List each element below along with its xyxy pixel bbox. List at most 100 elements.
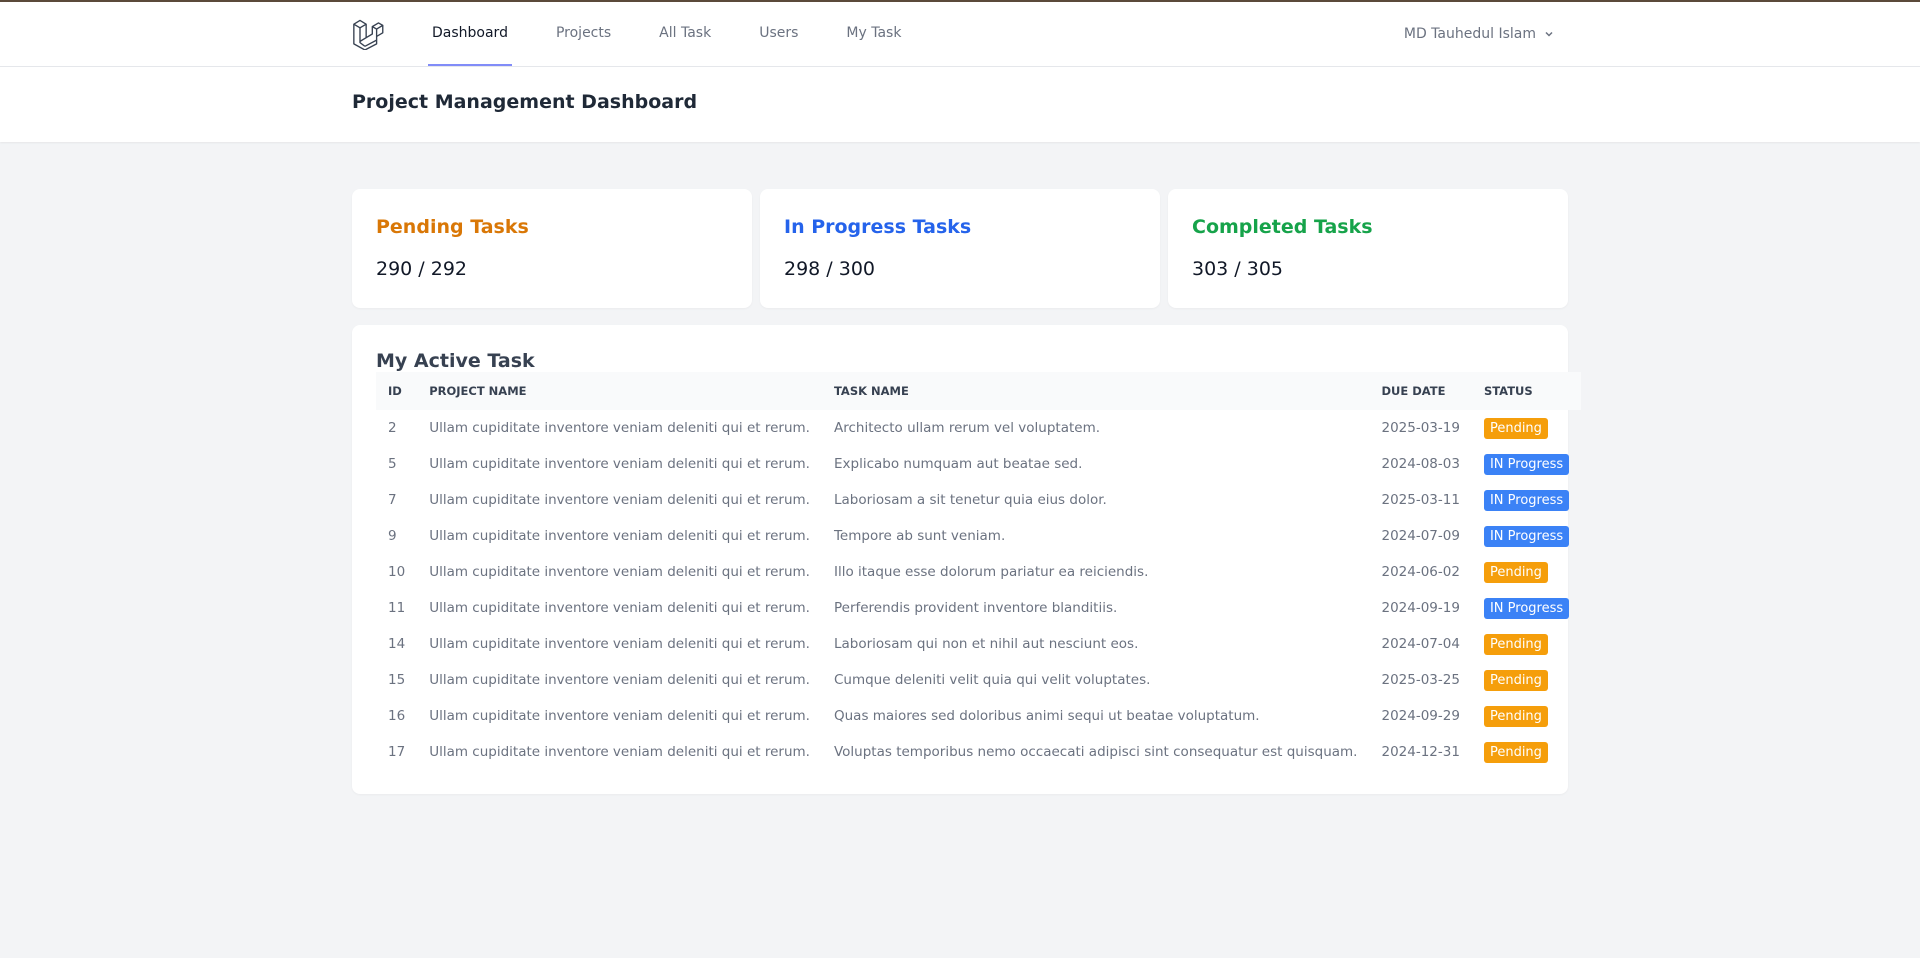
cell-id: 7 bbox=[388, 492, 397, 508]
cell-status: Pending bbox=[1472, 662, 1581, 698]
user-menu[interactable]: MD Tauhedul Islam bbox=[1404, 26, 1568, 42]
status-badge: Pending bbox=[1483, 417, 1548, 439]
cell-project: Ullam cupiditate inventore veniam deleni… bbox=[429, 672, 810, 688]
cell-status: Pending bbox=[1472, 410, 1581, 446]
cell-due: 2024-09-19 bbox=[1381, 600, 1460, 616]
stat-card: Completed Tasks 303 / 305 bbox=[1168, 189, 1568, 308]
cell-due: 2025-03-25 bbox=[1381, 672, 1460, 688]
cell-id: 9 bbox=[388, 528, 397, 544]
table-body: 2 Ullam cupiditate inventore veniam delen… bbox=[376, 410, 1581, 770]
cell-id: 2 bbox=[388, 420, 397, 436]
cell-task: Illo itaque esse dolorum pariatur ea rei… bbox=[833, 564, 1149, 580]
main-content: Pending Tasks 290 / 292 In Progress Tasks 2… bbox=[352, 189, 1582, 794]
cell-task: Explicabo numquam aut beatae sed. bbox=[833, 456, 1083, 472]
table-row[interactable]: 11 Ullam cupiditate inventore veniam dele… bbox=[376, 590, 1581, 626]
column-header: DUE DATE bbox=[1381, 384, 1446, 398]
cell-task: Laboriosam a sit tenetur quia eius dolor… bbox=[833, 492, 1107, 508]
cell-due: 2024-09-29 bbox=[1381, 708, 1460, 724]
nav-links: Dashboard Projects All Task Users My Task bbox=[428, 2, 945, 66]
active-task-title: My Active Task bbox=[376, 350, 535, 372]
cell-task: Architecto ullam rerum vel voluptatem. bbox=[833, 420, 1101, 436]
cell-project: Ullam cupiditate inventore veniam deleni… bbox=[429, 600, 810, 616]
status-badge: IN Progress bbox=[1483, 489, 1570, 511]
cell-due: 2025-03-19 bbox=[1381, 420, 1460, 436]
active-task-panel: My Active Task ID PROJECT NAME TASK NAME DU… bbox=[352, 325, 1582, 794]
cell-due: 2024-06-02 bbox=[1381, 564, 1460, 580]
cell-status: IN Progress bbox=[1472, 482, 1581, 518]
stat-card-value: 298 / 300 bbox=[784, 258, 876, 280]
table-row[interactable]: 2 Ullam cupiditate inventore veniam delen… bbox=[376, 410, 1581, 446]
cell-id: 11 bbox=[388, 600, 406, 616]
column-header: STATUS bbox=[1483, 384, 1533, 398]
cell-task: Quas maiores sed doloribus animi sequi u… bbox=[833, 708, 1260, 724]
stat-card: In Progress Tasks 298 / 300 bbox=[760, 189, 1160, 308]
table-row[interactable]: 15 Ullam cupiditate inventore veniam dele… bbox=[376, 662, 1581, 698]
cell-status: IN Progress bbox=[1472, 518, 1581, 554]
column-header: PROJECT NAME bbox=[429, 384, 527, 398]
status-badge: Pending bbox=[1483, 669, 1548, 691]
cell-project: Ullam cupiditate inventore veniam deleni… bbox=[429, 636, 810, 652]
column-header: ID bbox=[388, 384, 402, 398]
cell-task: Voluptas temporibus nemo occaecati adipi… bbox=[833, 744, 1358, 760]
cell-project: Ullam cupiditate inventore veniam deleni… bbox=[429, 744, 810, 760]
top-navbar: Dashboard Projects All Task Users My Task MD… bbox=[0, 2, 1920, 67]
laravel-logo-icon[interactable] bbox=[352, 16, 388, 52]
nav-link-users[interactable]: Users bbox=[755, 2, 802, 66]
stats-cards: Pending Tasks 290 / 292 In Progress Tasks 2… bbox=[352, 189, 1568, 308]
cell-project: Ullam cupiditate inventore veniam deleni… bbox=[429, 708, 810, 724]
cell-due: 2025-03-11 bbox=[1381, 492, 1460, 508]
cell-id: 5 bbox=[388, 456, 397, 472]
table-row[interactable]: 5 Ullam cupiditate inventore veniam delen… bbox=[376, 446, 1581, 482]
chevron-down-icon bbox=[1545, 31, 1553, 37]
cell-status: Pending bbox=[1472, 698, 1581, 734]
cell-project: Ullam cupiditate inventore veniam deleni… bbox=[429, 456, 810, 472]
cell-task: Laboriosam qui non et nihil aut nesciunt… bbox=[833, 636, 1139, 652]
page-header: Project Management Dashboard bbox=[0, 67, 1920, 142]
nav-link-my-task[interactable]: My Task bbox=[842, 2, 905, 66]
stat-card: Pending Tasks 290 / 292 bbox=[352, 189, 752, 308]
status-badge: Pending bbox=[1483, 741, 1548, 763]
nav-link-dashboard[interactable]: Dashboard bbox=[428, 2, 512, 66]
cell-due: 2024-12-31 bbox=[1381, 744, 1460, 760]
stat-card-title: In Progress Tasks bbox=[784, 216, 972, 238]
table-row[interactable]: 17 Ullam cupiditate inventore veniam dele… bbox=[376, 734, 1581, 770]
active-task-table: ID PROJECT NAME TASK NAME DUE DATE STATUS 2 U… bbox=[376, 372, 1582, 770]
page-title: Project Management Dashboard bbox=[352, 91, 698, 113]
table-row[interactable]: 9 Ullam cupiditate inventore veniam delen… bbox=[376, 518, 1581, 554]
status-badge: Pending bbox=[1483, 561, 1548, 583]
cell-task: Cumque deleniti velit quia qui velit vol… bbox=[833, 672, 1151, 688]
cell-project: Ullam cupiditate inventore veniam deleni… bbox=[429, 564, 810, 580]
table-row[interactable]: 10 Ullam cupiditate inventore veniam dele… bbox=[376, 554, 1581, 590]
nav-link-projects[interactable]: Projects bbox=[552, 2, 615, 66]
cell-status: IN Progress bbox=[1472, 446, 1581, 482]
cell-project: Ullam cupiditate inventore veniam deleni… bbox=[429, 492, 810, 508]
status-badge: Pending bbox=[1483, 705, 1548, 727]
stat-card-title: Pending Tasks bbox=[376, 216, 529, 238]
cell-id: 15 bbox=[388, 672, 406, 688]
cell-id: 16 bbox=[388, 708, 406, 724]
cell-due: 2024-07-04 bbox=[1381, 636, 1460, 652]
cell-status: Pending bbox=[1472, 734, 1581, 770]
cell-project: Ullam cupiditate inventore veniam deleni… bbox=[429, 528, 810, 544]
stat-card-value: 290 / 292 bbox=[376, 258, 468, 280]
stat-card-value: 303 / 305 bbox=[1192, 258, 1284, 280]
cell-status: Pending bbox=[1472, 626, 1581, 662]
status-badge: IN Progress bbox=[1483, 597, 1570, 619]
nav-link-all-task[interactable]: All Task bbox=[655, 2, 715, 66]
cell-id: 17 bbox=[388, 744, 406, 760]
status-badge: IN Progress bbox=[1483, 453, 1570, 475]
table-row[interactable]: 7 Ullam cupiditate inventore veniam delen… bbox=[376, 482, 1581, 518]
cell-due: 2024-07-09 bbox=[1381, 528, 1460, 544]
table-header-row: ID PROJECT NAME TASK NAME DUE DATE STATUS bbox=[376, 372, 1582, 410]
navbar-inner: Dashboard Projects All Task Users My Task MD… bbox=[352, 2, 1568, 66]
cell-id: 14 bbox=[388, 636, 406, 652]
cell-status: Pending bbox=[1472, 554, 1581, 590]
table-row[interactable]: 14 Ullam cupiditate inventore veniam dele… bbox=[376, 626, 1581, 662]
stat-card-title: Completed Tasks bbox=[1192, 216, 1373, 238]
column-header: TASK NAME bbox=[833, 384, 909, 398]
table-row[interactable]: 16 Ullam cupiditate inventore veniam dele… bbox=[376, 698, 1581, 734]
cell-status: IN Progress bbox=[1472, 590, 1581, 626]
status-badge: Pending bbox=[1483, 633, 1548, 655]
cell-task: Tempore ab sunt veniam. bbox=[833, 528, 1006, 544]
cell-project: Ullam cupiditate inventore veniam deleni… bbox=[429, 420, 810, 436]
